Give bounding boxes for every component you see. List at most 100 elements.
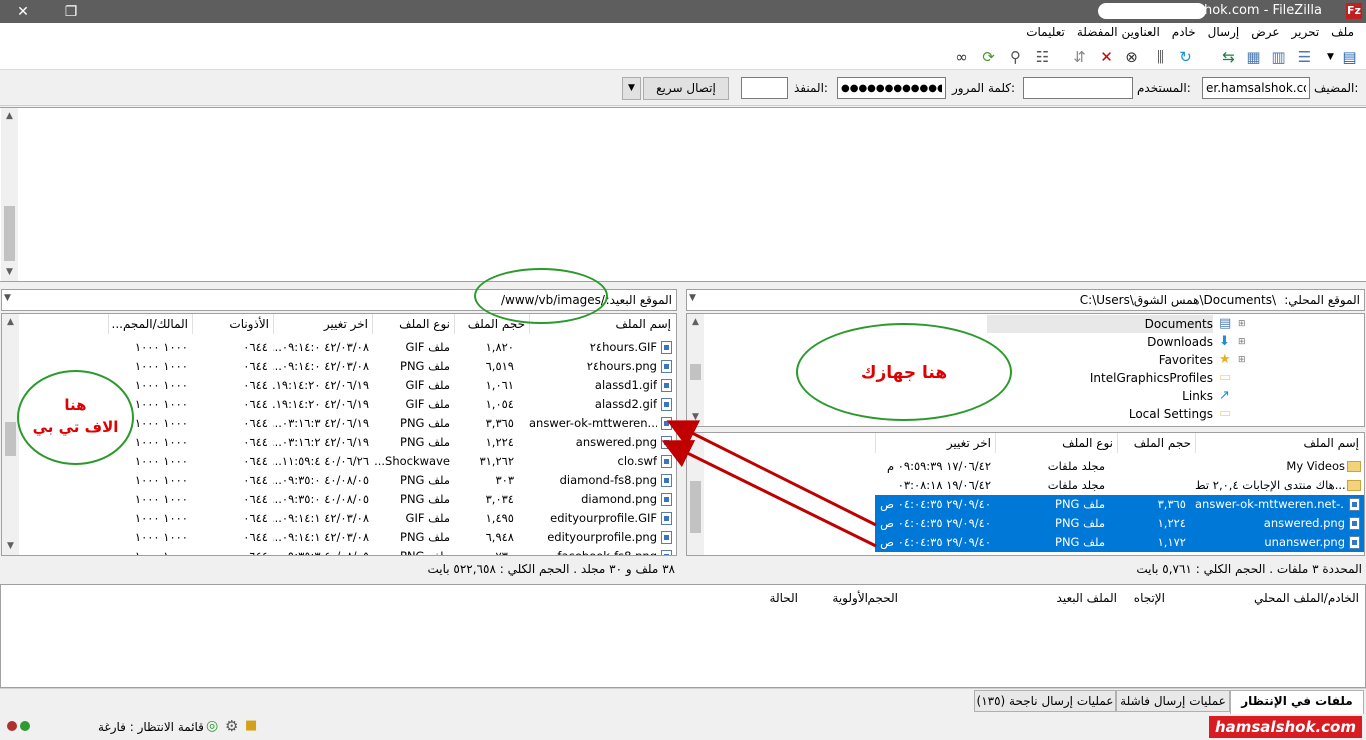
site-manager-icon[interactable]: ▤ [1339, 46, 1360, 67]
table-row[interactable]: edityourprofile.png ٦,٩٤٨ ملف PNG ٤٢/٠٣/٠٨ … [2, 528, 676, 547]
file-modified: ١٧/٠٦/٤٢ ٠٩:٥٩:٣٩ م [886, 459, 991, 473]
table-row[interactable]: ٢٤hours.png ٦,٥١٩ ملف PNG ٤٢/٠٣/٠٨ ٠٩:١٤:٠.… [2, 357, 676, 376]
menu-server[interactable]: خادم [1166, 23, 1202, 43]
local-path[interactable]: C:\Users\همس الشوق\Documents\ [1080, 293, 1276, 307]
password-input[interactable] [837, 77, 946, 99]
menu-view[interactable]: عرض [1245, 23, 1285, 43]
tab-failed-transfers[interactable]: عمليات إرسال فاشلة [1116, 690, 1230, 712]
sync-browse-icon[interactable]: ⟳ [978, 46, 999, 67]
remote-site-label: الموقع البعيد: [605, 293, 672, 307]
cancel-icon[interactable]: ⊗ [1121, 46, 1142, 67]
restore-button[interactable]: ❐ [48, 0, 94, 23]
scroll-thumb[interactable] [4, 206, 15, 261]
folder-icon: ▭ [1219, 370, 1232, 385]
table-row[interactable]: My Videos مجلد ملفات ١٧/٠٦/٤٢ ٠٩:٥٩:٣٩ م [875, 457, 1364, 476]
binoculars-icon[interactable]: ∞ [951, 46, 972, 67]
local-file-list: إسم الملف حجم الملف نوع الملف اخر تغيير … [686, 432, 1365, 556]
file-icon [661, 474, 672, 487]
queue-header-status[interactable]: الحالة [770, 591, 798, 605]
scroll-up-icon[interactable]: ▲ [687, 314, 704, 331]
menu-file[interactable]: ملف [1325, 23, 1360, 43]
tree-item[interactable]: Favorites ★ ⊞ [987, 351, 1257, 369]
scroll-down-icon[interactable]: ▼ [687, 409, 704, 426]
local-header-size[interactable]: حجم الملف [1117, 433, 1195, 453]
process-queue-icon[interactable]: ⫼ [1150, 46, 1171, 67]
table-row[interactable]: facebook-fs8.png ٧٣٠ ملف PNG ٤٠/٠٨/٠٥ ٠٩:٣٥… [2, 547, 676, 556]
table-row[interactable]: ٢٤hours.GIF ١,٨٢٠ ملف GIF ٤٢/٠٣/٠٨ ٠٩:١٤:٠.… [2, 338, 676, 357]
expand-icon[interactable]: ⊞ [1238, 315, 1250, 333]
queue-header-priority[interactable]: الأولوية [832, 591, 868, 605]
queue-header-size[interactable]: الحجم [868, 591, 898, 605]
refresh-icon[interactable]: ↻ [1175, 46, 1196, 67]
toggle-local-tree-icon[interactable]: ▥ [1268, 46, 1289, 67]
file-type: ملف GIF [405, 397, 450, 411]
table-row[interactable]: answered.png ١,٢٢٤ ملف PNG ٢٩/٠٩/٤٠ ٠٤:٠٤:٣… [875, 514, 1364, 533]
table-row[interactable]: diamond.png ٣,٠٣٤ ملف PNG ٤٠/٠٨/٠٥ ٠٩:٣٥:٠.… [2, 490, 676, 509]
file-icon [661, 360, 672, 373]
table-row[interactable]: diamond-fs8.png ٣٠٣ ملف PNG ٤٠/٠٨/٠٥ ٠٩:٣٥:… [2, 471, 676, 490]
tree-item[interactable]: Local Settings ▭ [987, 405, 1257, 423]
tab-queued-files[interactable]: ملفات في الإنتظار [1230, 690, 1364, 714]
tab-successful-transfers[interactable]: عمليات إرسال ناجحة (١٣٥) [974, 690, 1116, 712]
settings-gear-icon[interactable]: ⚙ [225, 717, 238, 735]
tree-item[interactable]: Links ↗ [987, 387, 1257, 405]
menu-edit[interactable]: تحرير [1286, 23, 1326, 43]
scroll-thumb[interactable] [690, 364, 701, 380]
speed-limit-icon[interactable]: ◎ [206, 718, 218, 734]
scroll-thumb[interactable] [5, 422, 16, 456]
file-name: alassd2.gif [594, 397, 657, 411]
window-title: hamsalshok.com - FileZilla [1149, 3, 1322, 18]
file-modified: ٤٢/٠٦/١٩ ١٩:١٤:٢٠... [273, 397, 369, 411]
table-row[interactable]: unanswer.png ١,١٧٢ ملف PNG ٢٩/٠٩/٤٠ ٠٤:٠٤:٣… [875, 533, 1364, 552]
scroll-up-icon[interactable]: ▲ [2, 314, 19, 331]
directory-compare-icon[interactable]: ☷ [1032, 46, 1053, 67]
remote-header-owner[interactable]: المالك/المجم... [108, 314, 192, 334]
folder-icon: ★ [1219, 352, 1231, 367]
quickconnect-button[interactable]: إتصال سريع [643, 77, 729, 100]
host-input[interactable] [1202, 77, 1310, 99]
queue-header-local[interactable]: الخادم/الملف المحلي [1254, 591, 1359, 605]
search-icon[interactable]: ⚲ [1005, 46, 1026, 67]
disconnect-icon[interactable]: ✕ [1096, 46, 1117, 67]
table-row[interactable]: هاك منتدى الإجابات ٢,٠,٤ تط... مجلد ملفات… [875, 476, 1364, 495]
queue-header-direction[interactable]: الإتجاه [1134, 591, 1165, 605]
reconnect-icon[interactable]: ⇵ [1069, 46, 1090, 67]
file-modified: ٤٠/٠٨/٠٥ ٠٩:٣٥:٣... [273, 549, 369, 556]
table-row[interactable]: answer-ok-mttweren.net-... ٣,٣٦٥ ملف PNG ٢٩… [875, 495, 1364, 514]
log-scrollbar[interactable]: ▲ ▼ [1, 108, 18, 281]
local-path-dropdown-icon[interactable]: ▼ [689, 293, 696, 303]
tree-item[interactable]: IntelGraphicsProfiles ▭ [987, 369, 1257, 387]
file-owner: ١٠٠٠ ١٠٠٠ [134, 454, 188, 468]
local-header-type[interactable]: نوع الملف [995, 433, 1117, 453]
tree-item[interactable]: Downloads ⬇ ⊞ [987, 333, 1257, 351]
username-input[interactable] [1023, 77, 1133, 99]
remote-path-dropdown-icon[interactable]: ▼ [4, 293, 11, 303]
port-input[interactable] [741, 77, 788, 99]
menu-bookmarks[interactable]: العناوين المفضلة [1071, 23, 1166, 43]
quickconnect-dropdown-icon[interactable]: ▼ [622, 77, 641, 100]
site-manager-dropdown-icon[interactable]: ▼ [1320, 46, 1341, 67]
table-row[interactable]: edityourprofile.GIF ١,٤٩٥ ملف GIF ٤٢/٠٣/٠٨ … [2, 509, 676, 528]
local-header-name[interactable]: إسم الملف [1195, 433, 1363, 453]
scroll-thumb[interactable] [690, 481, 701, 533]
remote-header-type[interactable]: نوع الملف [372, 314, 454, 334]
toggle-log-icon[interactable]: ☰ [1294, 46, 1315, 67]
file-modified: ٤٢/٠٣/٠٨ ٠٩:١٤:٠... [273, 340, 369, 354]
remote-header-permissions[interactable]: الأذونات [192, 314, 273, 334]
scroll-down-icon[interactable]: ▼ [1, 264, 18, 281]
toggle-queue-icon[interactable]: ⇆ [1218, 46, 1239, 67]
tree-item[interactable]: Documents ▤ ⊞ [987, 315, 1257, 333]
local-header-modified[interactable]: اخر تغيير [875, 433, 995, 453]
menu-help[interactable]: تعليمات [1020, 23, 1071, 43]
local-scrollbar[interactable] [687, 433, 704, 555]
menu-transfer[interactable]: إرسال [1202, 23, 1246, 43]
expand-icon[interactable]: ⊞ [1238, 333, 1250, 351]
scroll-up-icon[interactable]: ▲ [1, 108, 18, 125]
close-button[interactable]: ✕ [0, 0, 46, 23]
expand-icon[interactable]: ⊞ [1238, 351, 1250, 369]
remote-header-modified[interactable]: اخر تغيير [273, 314, 372, 334]
queue-header-remote[interactable]: الملف البعيد [1057, 591, 1117, 605]
local-tree-scrollbar[interactable]: ▲ ▼ [687, 314, 704, 426]
toggle-remote-tree-icon[interactable]: ▦ [1243, 46, 1264, 67]
scroll-down-icon[interactable]: ▼ [2, 538, 19, 555]
